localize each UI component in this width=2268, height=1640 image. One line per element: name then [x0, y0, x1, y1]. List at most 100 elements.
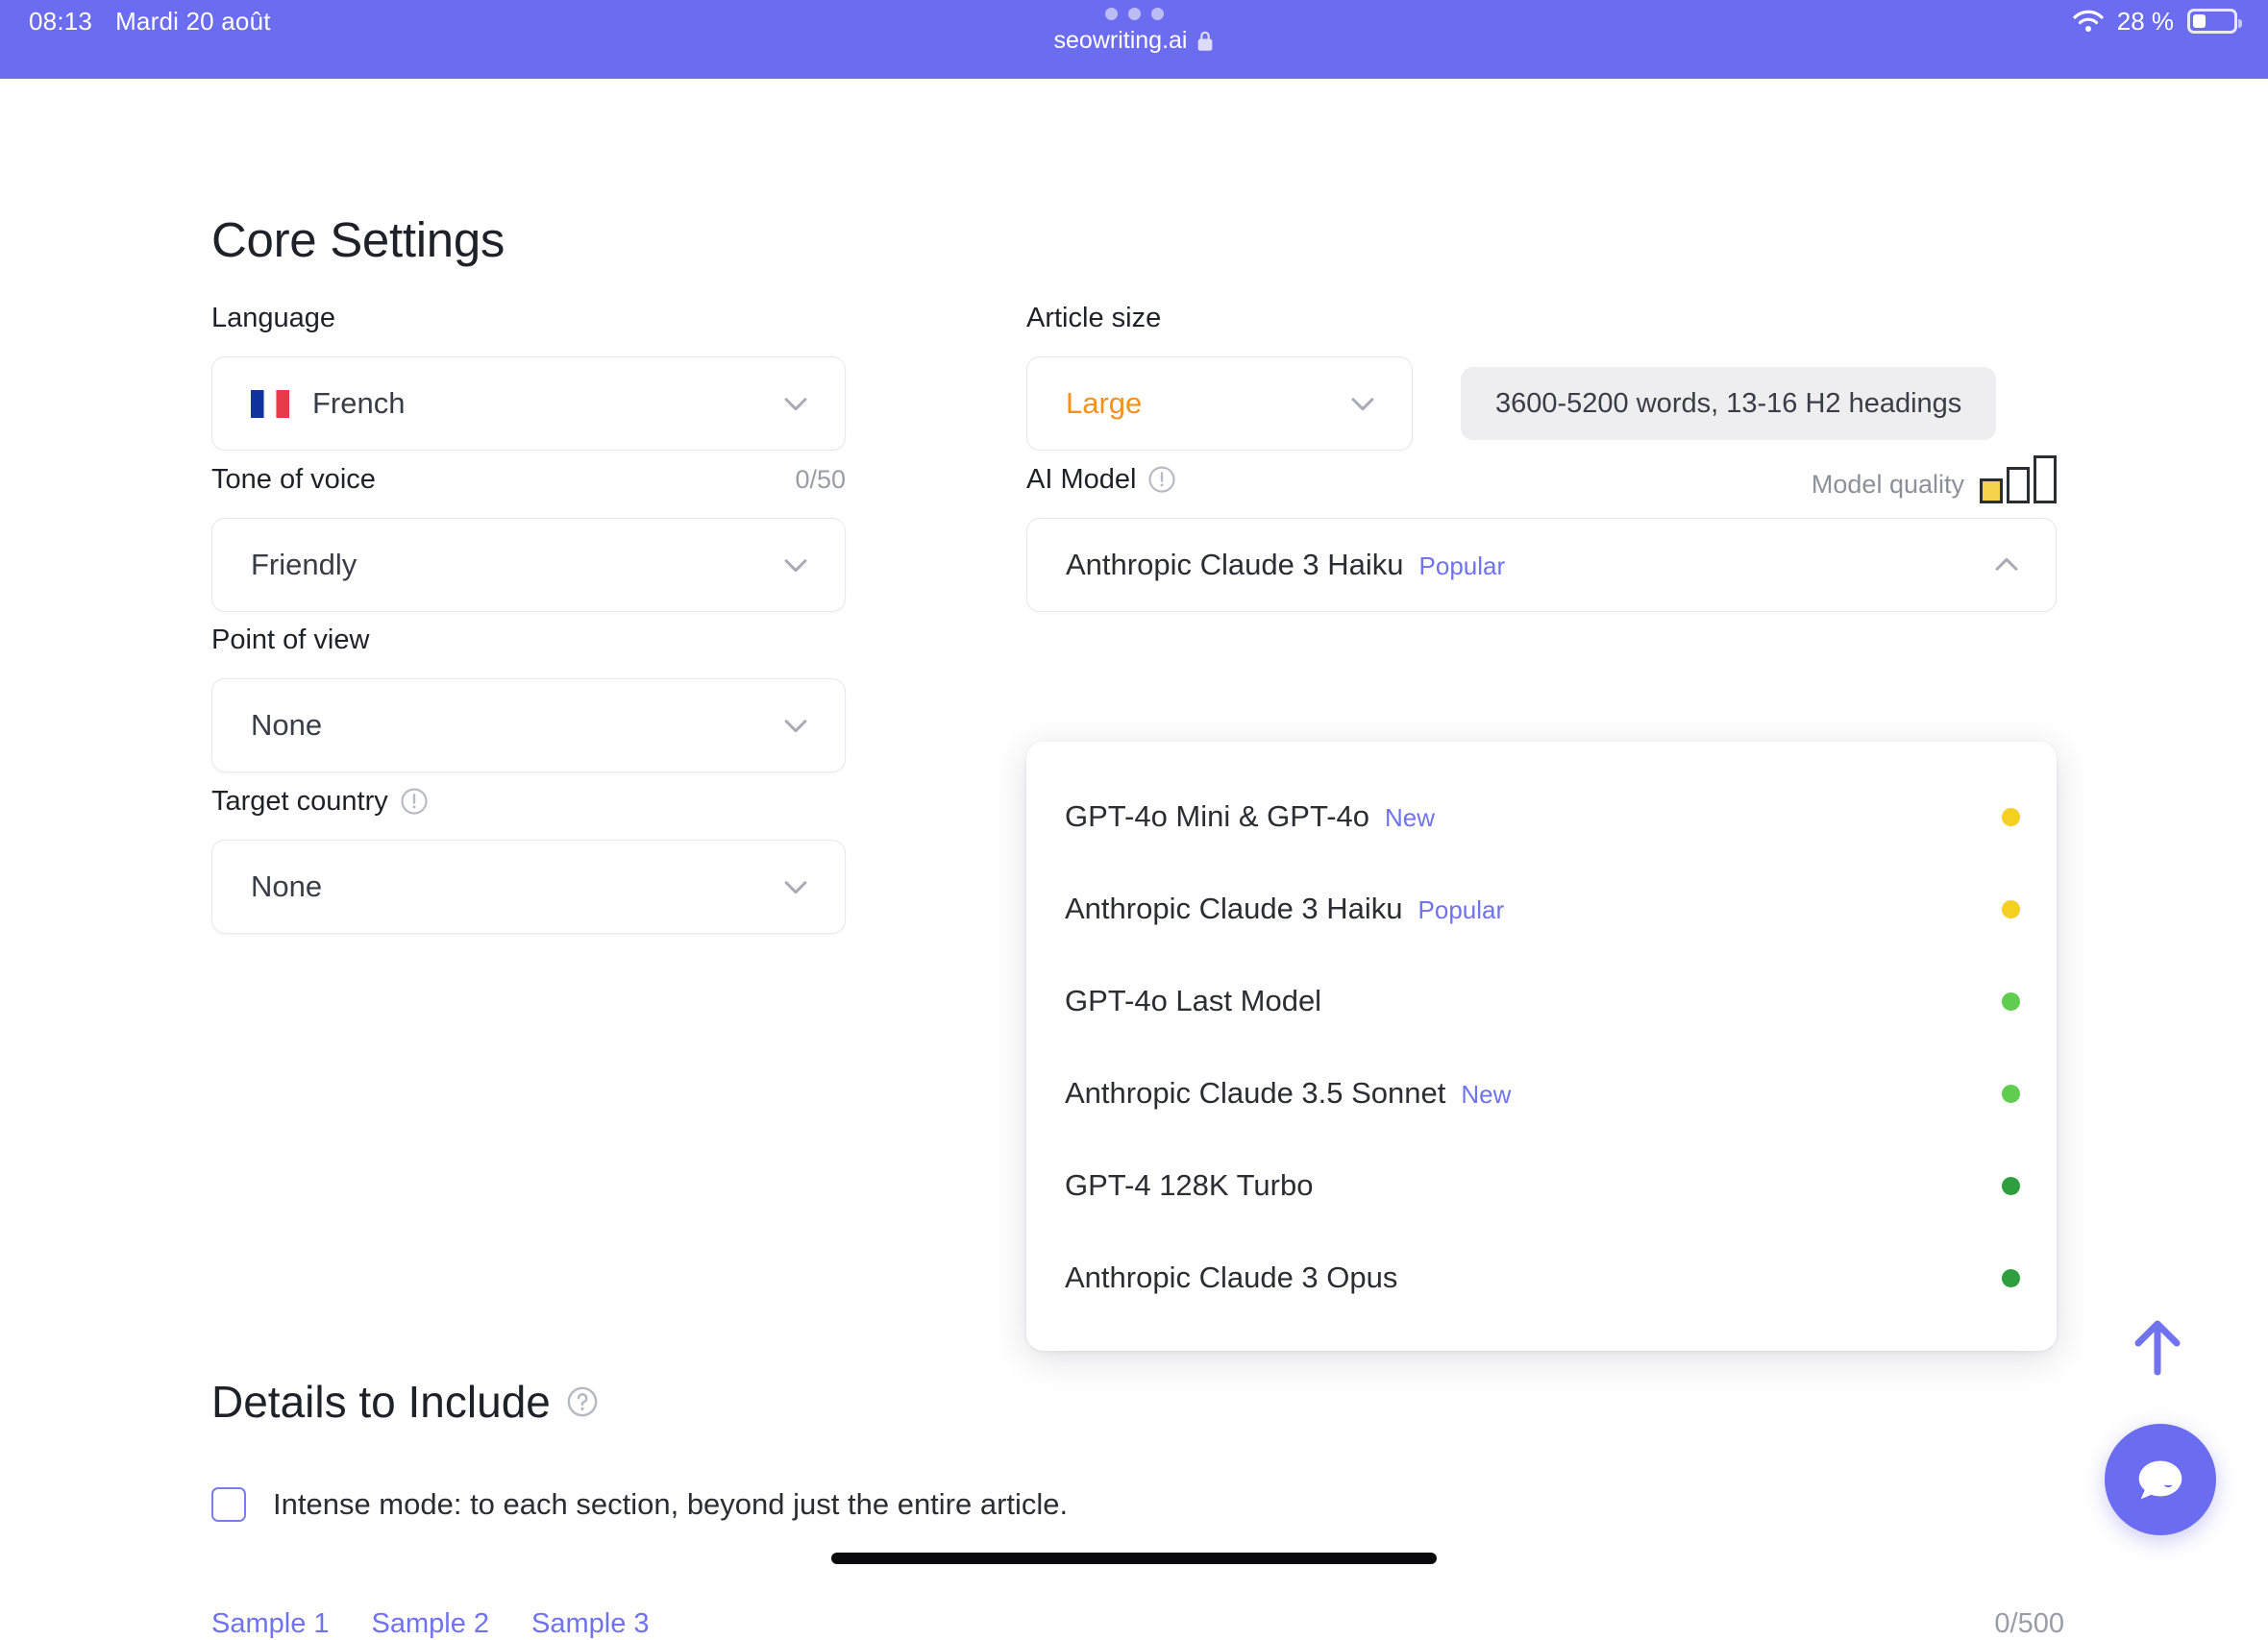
- ai-model-option[interactable]: GPT-4o Mini & GPT-4o New: [1026, 771, 2057, 863]
- ai-model-dropdown[interactable]: GPT-4o Mini & GPT-4o New Anthropic Claude …: [1026, 742, 2057, 1351]
- article-size-field: Article size Large 3600-5200 words, 13-1…: [1026, 300, 2057, 451]
- ai-model-option-text: GPT-4 128K Turbo: [1065, 1168, 1314, 1202]
- arrow-up-icon[interactable]: [2127, 1316, 2188, 1378]
- model-quality-indicator: Model quality: [1812, 455, 2057, 503]
- target-country-value: None: [251, 869, 323, 903]
- language-select[interactable]: French: [211, 356, 846, 451]
- chat-bubble-icon: [2138, 1460, 2182, 1500]
- battery-icon: [2187, 9, 2242, 34]
- status-bar: 08:13 Mardi 20 août seowriting.ai 28 %: [0, 0, 2268, 79]
- intense-mode-label: Intense mode: to each section, beyond ju…: [273, 1487, 1069, 1521]
- details-char-counter: 0/500: [1994, 1608, 2064, 1639]
- ai-model-option-badge: New: [1385, 803, 1436, 832]
- info-icon[interactable]: [400, 787, 429, 816]
- target-country-field: Target country None: [211, 783, 846, 934]
- quality-bar-2: [2007, 467, 2030, 503]
- sample-link-1[interactable]: Sample 1: [211, 1608, 330, 1640]
- tone-of-voice-select[interactable]: Friendly: [211, 518, 846, 612]
- home-indicator: [831, 1553, 1437, 1564]
- tone-of-voice-label: Tone of voice: [211, 463, 376, 495]
- ai-model-selected-badge: Popular: [1418, 551, 1506, 580]
- sample-links: Sample 1 Sample 2 Sample 3: [211, 1608, 650, 1640]
- model-quality-dot: [2002, 1084, 2020, 1103]
- chevron-up-icon[interactable]: [1990, 549, 2023, 581]
- battery-percent-label: 28 %: [2116, 6, 2174, 36]
- chevron-down-icon: [1351, 398, 1374, 411]
- chevron-down-icon: [784, 881, 807, 894]
- target-country-select[interactable]: None: [211, 840, 846, 934]
- ai-model-field: AI Model Model quality Anthropic Claude …: [1026, 455, 2057, 612]
- chat-widget-button[interactable]: [2105, 1424, 2216, 1535]
- chevron-down-icon: [784, 398, 807, 411]
- flag-france-icon: [251, 389, 289, 418]
- language-value: French: [312, 386, 406, 420]
- ai-model-option-text: Anthropic Claude 3 Opus: [1065, 1261, 1398, 1294]
- lock-icon: [1198, 31, 1213, 51]
- details-to-include-title: Details to Include: [211, 1376, 599, 1428]
- model-quality-dot: [2002, 807, 2020, 826]
- chevron-down-icon: [784, 559, 807, 573]
- ai-model-option-label: Anthropic Claude 3.5 Sonnet New: [1065, 1076, 2002, 1111]
- tone-of-voice-value: Friendly: [251, 548, 357, 581]
- article-size-value: Large: [1066, 386, 1143, 420]
- ai-model-option[interactable]: Anthropic Claude 3 Haiku Popular: [1026, 863, 2057, 955]
- language-label: Language: [211, 302, 336, 333]
- ai-model-option-label: Anthropic Claude 3 Haiku Popular: [1065, 892, 2002, 926]
- ai-model-option-badge: New: [1461, 1080, 1512, 1109]
- model-quality-dot: [2002, 991, 2020, 1011]
- address-bar[interactable]: seowriting.ai: [1054, 27, 1215, 55]
- quality-bar-3: [2034, 455, 2057, 503]
- article-size-select[interactable]: Large: [1026, 356, 1413, 451]
- ai-model-option-badge: Popular: [1418, 895, 1505, 924]
- ai-model-combobox[interactable]: Anthropic Claude 3 Haiku Popular: [1026, 518, 2057, 612]
- sample-link-3[interactable]: Sample 3: [531, 1608, 650, 1640]
- ai-model-option-text: GPT-4o Mini & GPT-4o: [1065, 799, 1369, 833]
- ai-model-option-label: GPT-4o Last Model: [1065, 984, 2002, 1018]
- page-content: Core Settings Language French Tone of vo…: [0, 79, 2268, 1639]
- quality-bars-icon: [1980, 455, 2057, 503]
- ai-model-option-text: Anthropic Claude 3 Haiku: [1065, 892, 1403, 925]
- info-icon[interactable]: [1147, 465, 1176, 494]
- model-quality-label: Model quality: [1811, 470, 1964, 499]
- browser-tab-indicator: seowriting.ai: [0, 8, 2268, 55]
- ai-model-option[interactable]: Anthropic Claude 3 Opus: [1026, 1232, 2057, 1324]
- point-of-view-field: Point of view None: [211, 622, 846, 772]
- ai-model-option-label: GPT-4 128K Turbo: [1065, 1168, 2002, 1203]
- article-size-hint: 3600-5200 words, 13-16 H2 headings: [1461, 367, 1997, 440]
- ai-model-option-label: Anthropic Claude 3 Opus: [1065, 1261, 2002, 1295]
- ai-model-option-text: Anthropic Claude 3.5 Sonnet: [1065, 1076, 1446, 1110]
- chevron-down-icon: [784, 720, 807, 733]
- help-icon[interactable]: [566, 1385, 599, 1418]
- model-quality-dot: [2002, 1268, 2020, 1287]
- ai-model-option-text: GPT-4o Last Model: [1065, 984, 1322, 1017]
- details-title-text: Details to Include: [211, 1377, 551, 1427]
- intense-mode-row[interactable]: Intense mode: to each section, beyond ju…: [211, 1487, 1068, 1522]
- point-of-view-select[interactable]: None: [211, 678, 846, 772]
- status-bar-right: 28 %: [2073, 0, 2242, 42]
- ai-model-option-label: GPT-4o Mini & GPT-4o New: [1065, 799, 2002, 834]
- tone-of-voice-field: Tone of voice 0/50 Friendly: [211, 461, 846, 612]
- page-title: Core Settings: [211, 212, 505, 267]
- wifi-icon: [2073, 10, 2104, 32]
- model-quality-dot: [2002, 1176, 2020, 1195]
- ai-model-label-text: AI Model: [1026, 463, 1137, 495]
- ai-model-option[interactable]: GPT-4 128K Turbo: [1026, 1139, 2057, 1232]
- tab-dots-icon: [1104, 8, 1164, 20]
- article-size-label: Article size: [1026, 302, 1162, 333]
- quality-bar-1: [1980, 478, 2003, 503]
- model-quality-dot: [2002, 899, 2020, 918]
- sample-link-2[interactable]: Sample 2: [372, 1608, 490, 1640]
- ai-model-option[interactable]: Anthropic Claude 3.5 Sonnet New: [1026, 1047, 2057, 1139]
- language-field: Language French: [211, 300, 846, 451]
- ai-model-selected-label: Anthropic Claude 3 Haiku: [1066, 548, 1404, 581]
- url-text: seowriting.ai: [1053, 27, 1188, 54]
- tone-of-voice-counter: 0/50: [795, 464, 846, 494]
- point-of-view-label: Point of view: [211, 624, 370, 655]
- ai-model-selected: Anthropic Claude 3 Haiku Popular: [1066, 548, 1990, 582]
- target-country-label: Target country: [211, 786, 429, 818]
- intense-mode-checkbox[interactable]: [211, 1487, 246, 1522]
- target-country-label-text: Target country: [211, 785, 388, 817]
- ai-model-option[interactable]: GPT-4o Last Model: [1026, 955, 2057, 1047]
- point-of-view-value: None: [251, 708, 323, 742]
- ai-model-label: AI Model: [1026, 464, 1176, 496]
